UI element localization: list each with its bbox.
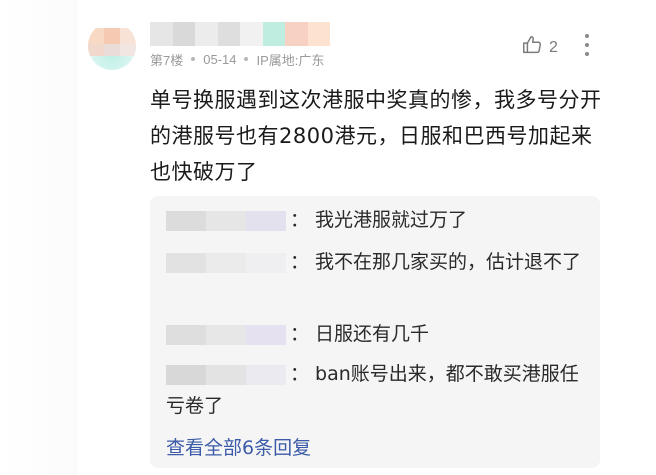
reply-separator: ： (290, 251, 310, 273)
comment-text: 单号换服遇到这次港服中奖真的惨，我多号分开的港服号也有2800港元，日服和巴西号… (150, 88, 602, 184)
reply-item[interactable]: ：我光港服就过万了 (166, 204, 590, 236)
reply-author-blurred[interactable] (166, 209, 286, 231)
like-count: 2 (549, 38, 558, 56)
reply-box: ：我光港服就过万了 ：我不在那几家买的，估计退不了 ：日服还有几千 ： ban账号… (150, 196, 600, 468)
view-all-replies-link[interactable]: 查看全部6条回复 (166, 433, 311, 460)
floor-number: 第7楼 (150, 52, 184, 68)
reply-author-blurred[interactable] (166, 363, 286, 385)
meta-dot (191, 57, 196, 61)
reply-author-blurred[interactable] (166, 251, 286, 273)
meta-dot (244, 57, 249, 61)
thumbs-up-icon (521, 34, 543, 61)
ip-location: IP属地:广东 (256, 52, 325, 68)
comment-date: 05-14 (203, 51, 237, 67)
reply-author-blurred[interactable] (166, 323, 286, 345)
reply-separator: ： (290, 323, 310, 345)
avatar[interactable] (88, 22, 136, 70)
like-button[interactable]: 2 (521, 34, 558, 61)
reply-text: 我不在那几家买的，估计退不了 (315, 251, 582, 273)
more-vertical-icon[interactable] (582, 34, 592, 56)
left-gutter (0, 0, 78, 475)
reply-separator: ： (290, 209, 310, 231)
reply-item[interactable]: ： ban账号出来，都不敢买港服任亏卷了 (166, 358, 590, 422)
comment-meta: 第7楼 05-14 IP属地:广东 (150, 50, 324, 68)
reply-separator: ： (290, 363, 310, 385)
reply-item[interactable]: ：日服还有几千 (166, 318, 590, 350)
reply-text: 日服还有几千 (315, 323, 430, 345)
username-blurred[interactable] (150, 22, 330, 46)
reply-text: 我光港服就过万了 (315, 209, 468, 231)
reply-item[interactable]: ：我不在那几家买的，估计退不了 (166, 246, 590, 278)
